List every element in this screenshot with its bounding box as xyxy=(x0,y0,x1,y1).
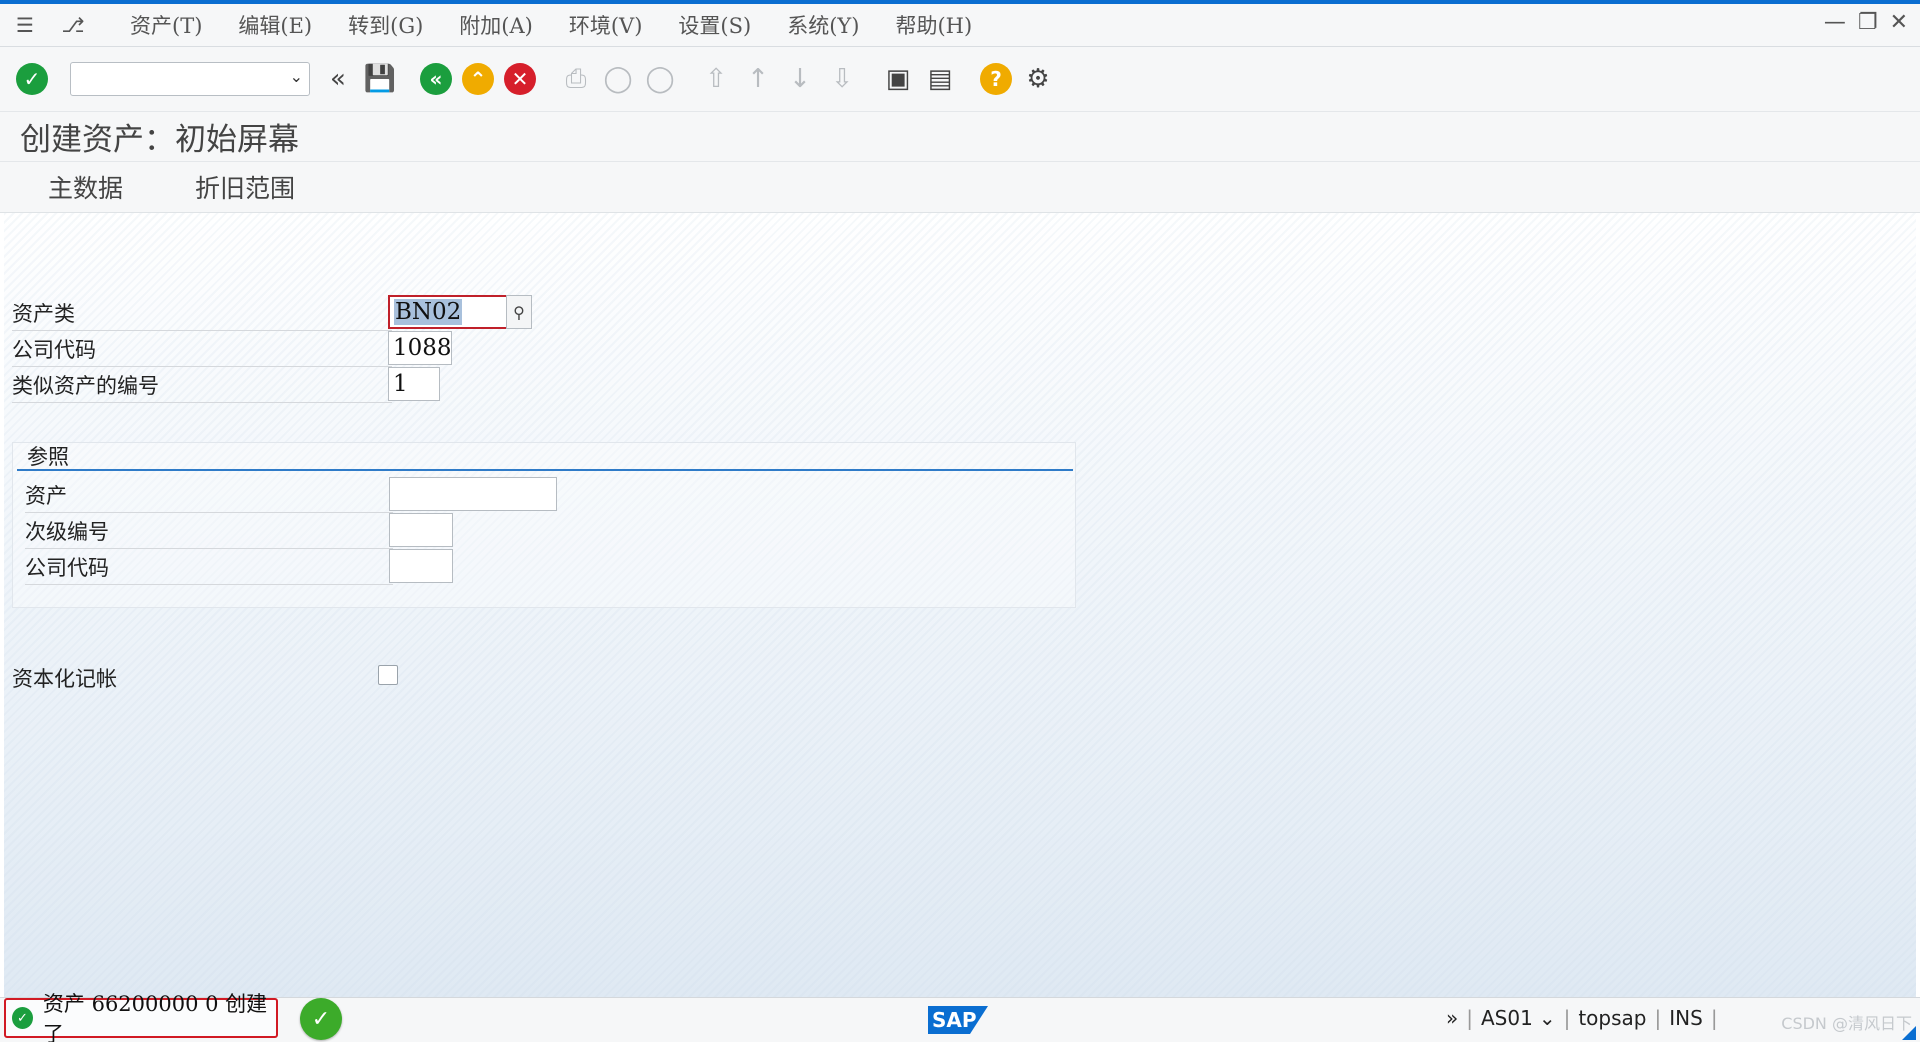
asset-class-input[interactable]: BN02 xyxy=(388,295,508,329)
ref-company-code-row: 公司代码 xyxy=(25,549,393,585)
depreciation-areas-button[interactable]: 折旧范围 xyxy=(195,169,295,205)
cancel-button[interactable]: ✕ xyxy=(502,61,538,97)
next-page-icon[interactable]: ↓ xyxy=(782,61,818,97)
reference-group: 参照 资产 次级编号 公司代码 xyxy=(12,442,1076,608)
find-next-icon[interactable]: ◯ xyxy=(642,61,678,97)
expand-status-icon[interactable]: » xyxy=(1446,1006,1458,1030)
similar-assets-label: 类似资产的编号 xyxy=(12,373,159,398)
close-icon[interactable]: ✕ xyxy=(1890,10,1908,35)
menu-help[interactable]: 帮助(H) xyxy=(895,10,972,40)
previous-page-icon[interactable]: ↑ xyxy=(740,61,776,97)
capitalization-row: 资本化记帐 xyxy=(12,663,117,693)
ref-company-code-input[interactable] xyxy=(389,549,453,583)
status-bar: ✓ 资产 66200000 0 创建了 ✓ SAP » | AS01 ⌄ | t… xyxy=(0,992,1920,1042)
similar-assets-input[interactable]: 1 xyxy=(388,367,440,401)
sap-logo: SAP xyxy=(928,1006,988,1034)
window-controls: — ❐ ✕ xyxy=(1824,10,1908,35)
asset-class-label: 资产类 xyxy=(12,301,75,326)
value-help-button[interactable]: ⚲ xyxy=(506,295,532,329)
reference-group-title: 参照 xyxy=(27,445,69,469)
menu-system[interactable]: 系统(Y) xyxy=(787,10,859,40)
status-ok-icon: ✓ xyxy=(300,998,342,1040)
enter-button[interactable]: ✓ xyxy=(14,61,50,97)
gear-icon[interactable]: ⚙ xyxy=(1020,61,1056,97)
capitalization-checkbox[interactable] xyxy=(378,665,398,685)
menu-asset[interactable]: 资产(T) xyxy=(130,10,202,40)
main-content: 资产类 BN02 ⚲ 公司代码 1088 类似资产的编号 1 参照 资产 次级编… xyxy=(4,213,1916,997)
menu-environment[interactable]: 环境(V) xyxy=(569,10,643,40)
exit-button[interactable]: ⌃ xyxy=(460,61,496,97)
menu-goto[interactable]: 转到(G) xyxy=(348,10,423,40)
system-info: » | AS01 ⌄ | topsap | INS | xyxy=(1446,1006,1718,1030)
ref-sub-number-row: 次级编号 xyxy=(25,513,393,549)
status-message[interactable]: ✓ 资产 66200000 0 创建了 xyxy=(4,992,278,1042)
watermark: CSDN @清风日下 xyxy=(1781,1014,1912,1033)
find-icon[interactable]: ◯ xyxy=(600,61,636,97)
help-icon: ? xyxy=(980,63,1012,95)
menu-bar: ☰ ⎇ 资产(T) 编辑(E) 转到(G) 附加(A) 环境(V) 设置(S) … xyxy=(0,4,1920,47)
collapse-command-icon[interactable]: « xyxy=(320,61,356,97)
ref-company-code-label: 公司代码 xyxy=(25,555,109,580)
ref-asset-input[interactable] xyxy=(389,477,557,511)
minimize-icon[interactable]: — xyxy=(1824,10,1846,35)
ref-sub-number-label: 次级编号 xyxy=(25,519,109,544)
back-button[interactable]: « xyxy=(418,61,454,97)
help-button[interactable]: ? xyxy=(978,61,1014,97)
ref-asset-label: 资产 xyxy=(25,483,67,508)
exit-icon: ⌃ xyxy=(462,63,494,95)
server-name: topsap xyxy=(1578,1006,1647,1030)
ref-sub-number-input[interactable] xyxy=(389,513,453,547)
status-message-text: 资产 66200000 0 创建了 xyxy=(42,992,268,1042)
company-code-input[interactable]: 1088 xyxy=(388,331,452,365)
first-page-icon[interactable]: ⇧ xyxy=(698,61,734,97)
company-code-value: 1088 xyxy=(393,335,452,361)
system-toolbar: ✓ ⌄ « 💾 « ⌃ ✕ ⎙ ◯ ◯ ⇧ ↑ ↓ ⇩ ▣ ▤ ? ⚙ xyxy=(0,47,1920,111)
menu-extras[interactable]: 附加(A) xyxy=(459,10,533,40)
application-toolbar: 主数据 折旧范围 xyxy=(0,161,1920,213)
master-data-button[interactable]: 主数据 xyxy=(48,169,123,205)
menu-toggle-icon[interactable]: ☰ xyxy=(8,10,42,40)
asset-class-row: 资产类 xyxy=(12,295,392,331)
company-code-label: 公司代码 xyxy=(12,337,96,362)
menu-edit[interactable]: 编辑(E) xyxy=(238,10,312,40)
menu-settings[interactable]: 设置(S) xyxy=(678,10,751,40)
chevron-down-icon[interactable]: ⌄ xyxy=(1539,1006,1556,1030)
capitalization-label: 资本化记帐 xyxy=(12,667,117,691)
search-icon: ⚲ xyxy=(513,302,525,322)
save-icon[interactable]: 💾 xyxy=(362,61,398,97)
title-bar: 创建资产：初始屏幕 xyxy=(0,111,1920,161)
ref-asset-row: 资产 xyxy=(25,477,393,513)
similar-assets-value: 1 xyxy=(393,371,408,397)
success-icon: ✓ xyxy=(12,1007,33,1029)
create-session-icon[interactable]: ▣ xyxy=(880,61,916,97)
checkmark-icon: ✓ xyxy=(16,63,48,95)
company-code-row: 公司代码 xyxy=(12,331,392,367)
back-icon: « xyxy=(420,63,452,95)
asset-class-value: BN02 xyxy=(394,299,463,325)
resize-corner-icon[interactable] xyxy=(1902,1026,1916,1040)
transaction-code[interactable]: AS01 xyxy=(1481,1006,1533,1030)
input-mode[interactable]: INS xyxy=(1669,1006,1703,1030)
print-icon[interactable]: ⎙ xyxy=(558,61,594,97)
create-shortcut-icon[interactable]: ▤ xyxy=(922,61,958,97)
chevron-down-icon[interactable]: ⌄ xyxy=(290,67,303,86)
page-title: 创建资产：初始屏幕 xyxy=(20,122,299,158)
restore-icon[interactable]: ❐ xyxy=(1858,10,1878,35)
customize-icon[interactable]: ⎇ xyxy=(56,10,90,40)
last-page-icon[interactable]: ⇩ xyxy=(824,61,860,97)
reference-group-header: 参照 xyxy=(17,443,1073,471)
sap-logo-text: SAP xyxy=(932,1008,977,1032)
command-field[interactable]: ⌄ xyxy=(70,62,310,96)
cancel-icon: ✕ xyxy=(504,63,536,95)
similar-assets-row: 类似资产的编号 xyxy=(12,367,392,403)
